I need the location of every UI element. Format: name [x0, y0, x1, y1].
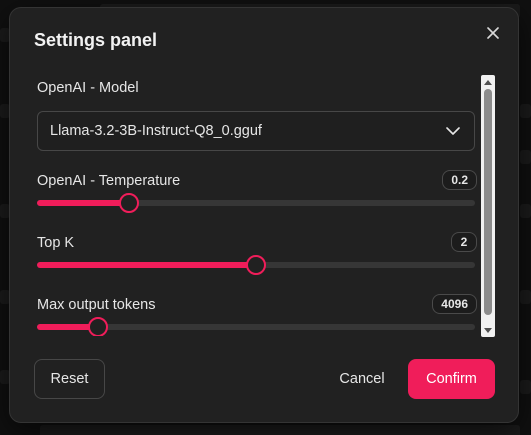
caret-down-icon	[484, 327, 492, 333]
top-k-field: Top K 2	[37, 232, 477, 277]
top-k-value-badge: 2	[451, 232, 477, 252]
temperature-value-badge: 0.2	[442, 170, 477, 190]
slider-thumb[interactable]	[88, 317, 109, 336]
top-k-label: Top K	[37, 235, 75, 251]
close-icon	[487, 27, 499, 39]
slider-fill	[37, 262, 256, 268]
settings-scroll-area[interactable]: OpenAI - Model Llama-3.2-3B-Instruct-Q8_…	[10, 74, 500, 336]
model-field: OpenAI - Model Llama-3.2-3B-Instruct-Q8_…	[37, 80, 477, 152]
settings-dialog: Settings panel OpenAI - Model Llama-3.2-…	[9, 7, 519, 423]
max-tokens-value-badge: 4096	[432, 294, 477, 314]
temperature-slider[interactable]	[37, 193, 475, 213]
max-tokens-field: Max output tokens 4096	[37, 294, 477, 336]
chevron-down-icon	[446, 127, 460, 135]
temperature-label: OpenAI - Temperature	[37, 173, 181, 189]
vertical-scrollbar[interactable]	[481, 75, 495, 337]
confirm-button[interactable]: Confirm	[408, 359, 495, 399]
slider-fill	[37, 200, 129, 206]
reset-button[interactable]: Reset	[34, 359, 105, 399]
scroll-thumb[interactable]	[484, 89, 492, 315]
model-label: OpenAI - Model	[37, 80, 139, 96]
close-button[interactable]	[482, 22, 504, 44]
scroll-up-button[interactable]	[481, 76, 495, 88]
max-tokens-slider[interactable]	[37, 317, 475, 336]
caret-up-icon	[484, 79, 492, 85]
cancel-button[interactable]: Cancel	[326, 359, 398, 399]
top-k-slider[interactable]	[37, 255, 475, 275]
temperature-field: OpenAI - Temperature 0.2	[37, 170, 477, 215]
dialog-title: Settings panel	[34, 30, 158, 50]
scroll-down-button[interactable]	[481, 324, 495, 336]
slider-thumb[interactable]	[246, 255, 266, 275]
model-select[interactable]: Llama-3.2-3B-Instruct-Q8_0.gguf	[37, 111, 475, 151]
max-tokens-label: Max output tokens	[37, 297, 156, 313]
model-select-value: Llama-3.2-3B-Instruct-Q8_0.gguf	[50, 123, 262, 139]
slider-thumb[interactable]	[118, 193, 139, 213]
